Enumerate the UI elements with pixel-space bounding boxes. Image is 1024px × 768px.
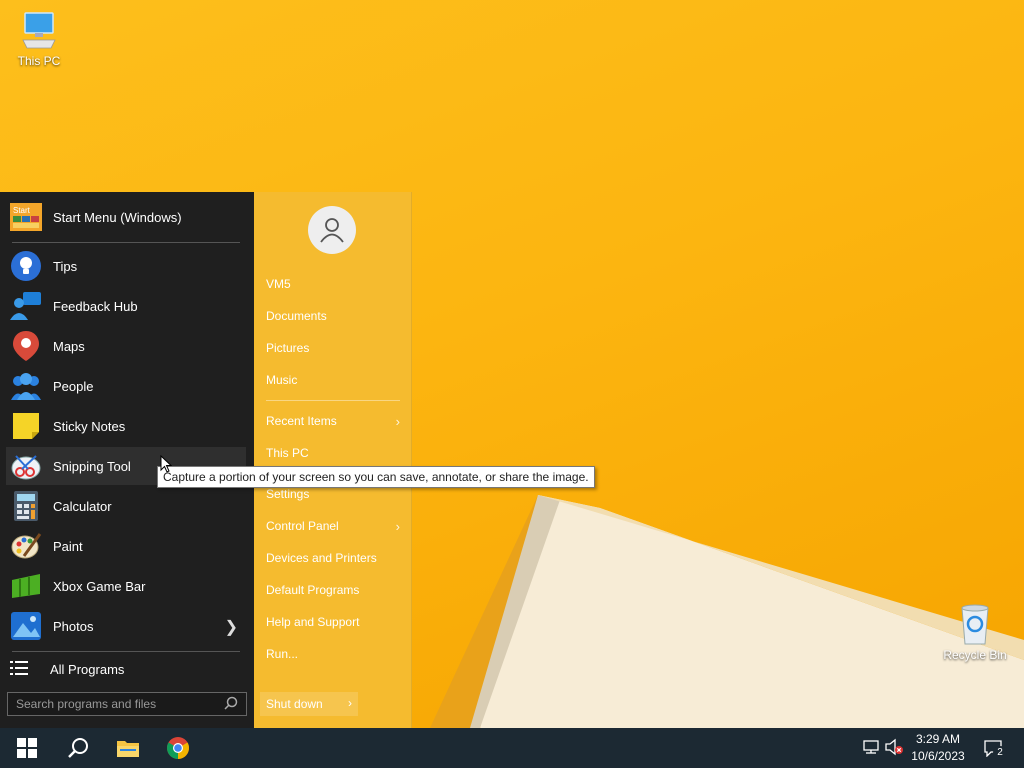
taskbar: 3:29 AM 10/6/2023 2 <box>0 728 1024 768</box>
shutdown-label: Shut down <box>266 697 323 711</box>
list-icon <box>10 660 34 679</box>
link-control-panel[interactable]: Control Panel › <box>266 515 400 537</box>
all-programs-button[interactable]: All Programs <box>6 654 246 684</box>
people-icon <box>9 369 43 403</box>
separator <box>266 400 400 401</box>
taskbar-search-button[interactable] <box>54 728 102 768</box>
menu-item-xbox-game-bar[interactable]: Xbox Game Bar <box>6 567 246 605</box>
link-label: Help and Support <box>266 615 360 629</box>
menu-item-label: Sticky Notes <box>53 418 126 434</box>
link-label: Devices and Printers <box>266 551 377 565</box>
link-run[interactable]: Run... <box>266 643 400 665</box>
link-label: This PC <box>266 446 309 460</box>
link-label: Control Panel <box>266 519 339 533</box>
chevron-right-icon[interactable]: › <box>348 696 352 710</box>
photos-icon <box>9 609 43 643</box>
snipping-tool-icon <box>9 449 43 483</box>
start-menu: Start Start Menu (Windows) Tips Feedback… <box>0 192 412 728</box>
menu-item-photos[interactable]: Photos ❯ <box>6 607 246 645</box>
link-music[interactable]: Music <box>266 369 400 391</box>
desktop-icon-label: This PC <box>17 54 61 68</box>
menu-item-calculator[interactable]: Calculator <box>6 487 246 525</box>
link-devices-and-printers[interactable]: Devices and Printers <box>266 547 400 569</box>
network-icon[interactable] <box>862 738 880 761</box>
chevron-right-icon: › <box>395 518 400 534</box>
notification-count-badge: 2 <box>993 746 1007 760</box>
desktop-icon-recycle-bin[interactable]: Recycle Bin <box>939 602 1011 662</box>
chevron-right-icon: ❯ <box>224 619 238 636</box>
chevron-right-icon: › <box>395 413 400 429</box>
menu-item-people[interactable]: People <box>6 367 246 405</box>
menu-item-label: Maps <box>53 338 85 354</box>
mouse-cursor-icon <box>160 455 172 473</box>
menu-item-paint[interactable]: Paint <box>6 527 246 565</box>
link-label: Music <box>266 373 298 387</box>
maps-icon <box>9 329 43 363</box>
start-menu-programs-pane: Start Start Menu (Windows) Tips Feedback… <box>0 192 254 728</box>
paint-icon <box>9 529 43 563</box>
menu-item-label: Xbox Game Bar <box>53 578 146 594</box>
start-button[interactable] <box>3 728 51 768</box>
menu-item-maps[interactable]: Maps <box>6 327 246 365</box>
link-documents[interactable]: Documents <box>266 305 400 327</box>
folder-icon <box>117 741 139 757</box>
menu-item-label: Photos <box>53 618 94 634</box>
menu-item-label: Tips <box>53 258 78 274</box>
menu-item-label: People <box>53 378 94 394</box>
tips-icon <box>9 249 43 283</box>
separator <box>12 242 240 243</box>
avatar[interactable] <box>308 206 356 254</box>
link-label: VM5 <box>266 277 291 291</box>
separator <box>12 651 240 652</box>
menu-item-label: Calculator <box>53 498 112 514</box>
link-help-and-support[interactable]: Help and Support <box>266 611 400 633</box>
link-label: Run... <box>266 647 299 661</box>
desktop-icon-this-pc[interactable]: This PC <box>3 10 75 68</box>
menu-item-sticky-notes[interactable]: Sticky Notes <box>6 407 246 445</box>
link-user-folder[interactable]: VM5 <box>266 273 400 295</box>
clock-date: 10/6/2023 <box>911 749 965 763</box>
feedback-hub-icon <box>9 289 43 323</box>
sticky-notes-icon <box>9 409 43 443</box>
desktop-icon-label: Recycle Bin <box>943 648 1007 662</box>
recycle-bin-icon <box>961 604 989 645</box>
search-icon <box>68 738 88 758</box>
chrome-button[interactable] <box>154 728 202 768</box>
xbox-game-bar-icon <box>9 569 43 603</box>
link-label: Pictures <box>266 341 310 355</box>
start-menu-header-item[interactable]: Start Start Menu (Windows) <box>6 198 246 236</box>
chrome-icon <box>167 737 189 759</box>
this-pc-icon <box>22 12 56 49</box>
menu-item-label: Feedback Hub <box>53 298 138 314</box>
link-this-pc[interactable]: This PC <box>266 442 400 464</box>
tooltip: Capture a portion of your screen so you … <box>157 466 595 488</box>
link-label: Recent Items <box>266 414 337 428</box>
menu-item-label: Snipping Tool <box>53 458 131 474</box>
system-clock[interactable]: 3:29 AM 10/6/2023 <box>906 731 970 765</box>
link-label: Default Programs <box>266 583 360 597</box>
volume-muted-icon[interactable] <box>884 738 904 761</box>
menu-item-label: Paint <box>53 538 83 554</box>
search-input[interactable] <box>7 692 247 716</box>
clock-time: 3:29 AM <box>915 732 961 746</box>
menu-item-tips[interactable]: Tips <box>6 247 246 285</box>
start-menu-app-icon: Start <box>9 200 43 234</box>
file-explorer-button[interactable] <box>104 728 152 768</box>
menu-item-label: Start Menu (Windows) <box>53 209 182 225</box>
calculator-icon <box>9 489 43 523</box>
link-default-programs[interactable]: Default Programs <box>266 579 400 601</box>
svg-text:Start: Start <box>13 206 31 215</box>
shutdown-button[interactable]: Shut down › <box>260 692 358 716</box>
start-menu-places-pane: VM5 Documents Pictures Music Recent Item… <box>254 192 412 728</box>
link-label: Documents <box>266 309 327 323</box>
all-programs-label: All Programs <box>50 661 125 677</box>
search-icon[interactable] <box>224 696 238 715</box>
link-pictures[interactable]: Pictures <box>266 337 400 359</box>
link-recent-items[interactable]: Recent Items › <box>266 410 400 432</box>
menu-item-feedback-hub[interactable]: Feedback Hub <box>6 287 246 325</box>
windows-logo-icon <box>17 738 37 758</box>
link-label: Settings <box>266 487 310 501</box>
user-icon <box>320 218 344 243</box>
